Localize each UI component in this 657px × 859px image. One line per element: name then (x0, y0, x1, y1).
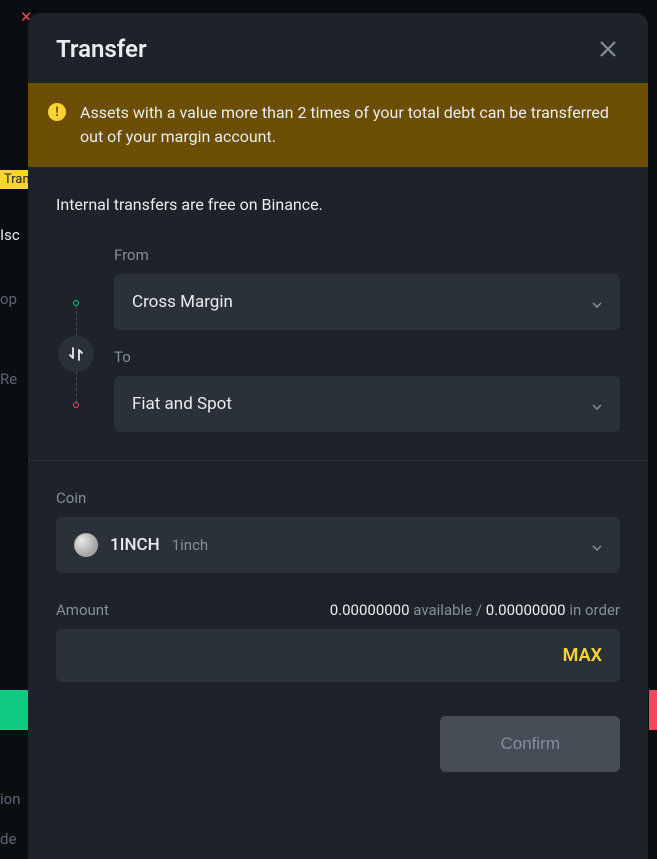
chevron-down-icon (592, 536, 602, 555)
to-select[interactable]: Fiat and Spot (114, 376, 620, 432)
available-value: 0.00000000 (330, 601, 410, 619)
from-value: Cross Margin (132, 292, 233, 312)
amount-input-wrap: MAX (56, 629, 620, 682)
coin-symbol: 1INCH (110, 535, 160, 555)
swap-button[interactable] (58, 336, 94, 372)
available-text: available / (413, 601, 482, 619)
coin-label: Coin (56, 489, 620, 507)
amount-info: 0.00000000 available / 0.00000000 in ord… (330, 601, 620, 619)
max-button[interactable]: MAX (563, 645, 602, 666)
coin-icon (74, 533, 98, 557)
dotted-line (76, 372, 77, 402)
to-value: Fiat and Spot (132, 394, 232, 414)
warning-text: Assets with a value more than 2 times of… (80, 101, 624, 149)
close-icon (599, 40, 617, 58)
from-label: From (114, 246, 620, 264)
confirm-button[interactable]: Confirm (440, 716, 620, 772)
bg-text: op (0, 290, 17, 308)
bg-text: de (0, 830, 16, 848)
to-label: To (114, 348, 620, 366)
transfer-indicator (56, 246, 96, 432)
modal-title: Transfer (56, 35, 147, 63)
from-select[interactable]: Cross Margin (114, 274, 620, 330)
swap-icon (68, 346, 84, 362)
inorder-value: 0.00000000 (486, 601, 566, 619)
info-text: Internal transfers are free on Binance. (56, 195, 620, 214)
chevron-down-icon (592, 395, 602, 414)
divider (28, 460, 648, 461)
coin-select[interactable]: 1INCH 1inch (56, 517, 620, 573)
bg-text: ion (0, 790, 21, 808)
bg-decoration (649, 690, 657, 730)
inorder-text: in order (569, 601, 620, 619)
modal-header: Transfer (28, 13, 648, 83)
bg-text: Isc (0, 226, 20, 244)
transfer-modal: Transfer ! Assets with a value more than… (28, 13, 648, 859)
amount-input[interactable] (74, 647, 563, 665)
warning-banner: ! Assets with a value more than 2 times … (28, 83, 648, 167)
bg-text: Re (0, 370, 17, 388)
chevron-down-icon (592, 293, 602, 312)
warning-icon: ! (48, 103, 66, 121)
bg-decoration (0, 690, 30, 730)
dotted-line (76, 306, 77, 336)
close-button[interactable] (596, 37, 620, 61)
coin-name: 1inch (172, 536, 208, 554)
amount-label: Amount (56, 601, 109, 619)
to-dot-icon (73, 402, 79, 408)
